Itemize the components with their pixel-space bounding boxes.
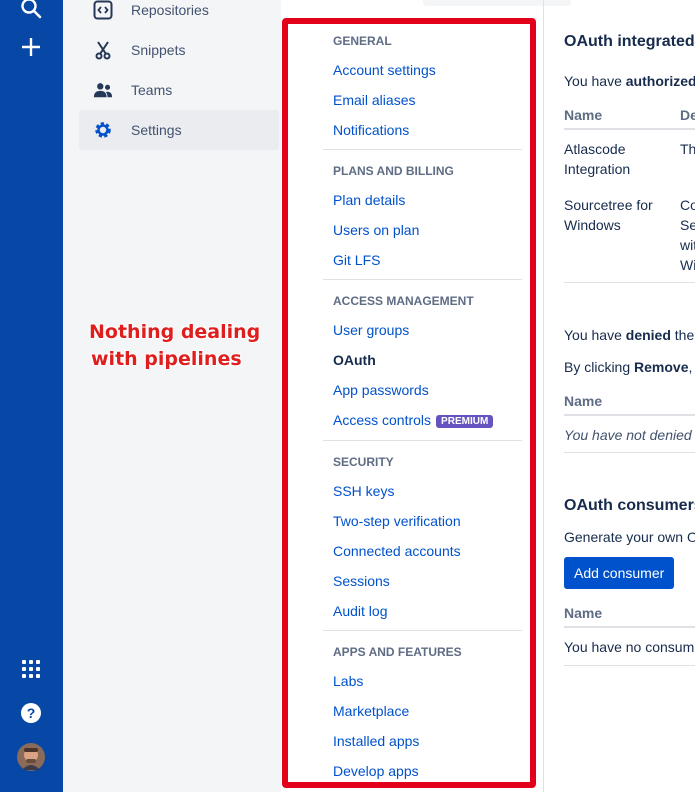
nav-link-installed-apps[interactable]: Installed apps <box>333 733 419 749</box>
gear-icon <box>93 120 113 140</box>
table-header-rule <box>564 414 695 416</box>
nav-link-account-settings[interactable]: Account settings <box>333 62 436 78</box>
denied-bold: denied <box>625 327 671 343</box>
authorized-bold: authorized <box>625 73 695 89</box>
nav-link-sessions[interactable]: Sessions <box>333 573 390 589</box>
nav-link-app-passwords[interactable]: App passwords <box>333 382 429 398</box>
generate-consumer-text: Generate your own O <box>564 529 695 545</box>
section-heading-access: ACCESS MANAGEMENT <box>333 294 474 308</box>
denied-text: You have denied the <box>564 327 694 343</box>
denied-prefix: You have <box>564 327 626 343</box>
nav-link-marketplace[interactable]: Marketplace <box>333 703 409 719</box>
sidebar-item-settings[interactable]: Settings <box>79 110 279 150</box>
description-line: wit <box>680 237 695 253</box>
nav-link-two-step-verification[interactable]: Two-step verification <box>333 513 461 529</box>
annotation-note: Nothing dealing with pipelines <box>89 319 279 373</box>
divider <box>323 279 522 280</box>
avatar[interactable] <box>17 743 45 771</box>
empty-denied-message: You have not denied <box>564 427 692 443</box>
main-content: OAuth integrated a You have authorized N… <box>543 0 695 792</box>
description-line: Wi <box>680 257 695 273</box>
authorized-prefix: You have <box>564 73 626 89</box>
table-header-name: Name <box>564 107 603 123</box>
nav-link-develop-apps[interactable]: Develop apps <box>333 763 419 779</box>
sidebar-item-label: Teams <box>131 82 173 98</box>
app-name: Sourcetree for <box>564 197 653 213</box>
nav-link-ssh-keys[interactable]: SSH keys <box>333 483 394 499</box>
nav-link-labs[interactable]: Labs <box>333 673 363 689</box>
project-sidebar: Repositories Snippets Teams Settings <box>63 0 281 792</box>
denied-suffix: the <box>670 327 695 343</box>
remove-text: By clicking Remove, y <box>564 359 695 375</box>
table-bottom-rule <box>564 665 695 666</box>
nav-link-git-lfs[interactable]: Git LFS <box>333 252 380 268</box>
search-icon[interactable] <box>17 0 45 22</box>
nav-link-label: Access controls <box>333 412 432 428</box>
empty-consumers-message: You have no consum <box>564 639 695 655</box>
divider <box>323 149 522 150</box>
settings-navigation: GENERAL Account settings Email aliases N… <box>281 0 537 792</box>
teams-icon <box>93 80 113 100</box>
premium-badge: PREMIUM <box>436 415 494 428</box>
oauth-integrated-heading: OAuth integrated a <box>564 33 695 50</box>
app-description: The <box>680 141 695 157</box>
section-heading-apps: APPS AND FEATURES <box>333 645 462 659</box>
nav-link-plan-details[interactable]: Plan details <box>333 192 405 208</box>
annotation-line: with pipelines <box>91 348 242 370</box>
section-heading-plans: PLANS AND BILLING <box>333 164 454 178</box>
description-line: Sec <box>680 217 695 233</box>
svg-text:?: ? <box>27 705 36 721</box>
nav-link-user-groups[interactable]: User groups <box>333 322 409 338</box>
sidebar-item-label: Settings <box>131 122 182 138</box>
add-consumer-button[interactable]: Add consumer <box>564 557 675 589</box>
table-header-rule <box>564 626 695 628</box>
create-plus-icon[interactable] <box>17 33 45 61</box>
table-bottom-rule <box>564 282 695 283</box>
table-header-rule <box>564 128 695 130</box>
remove-suffix: , y <box>688 359 695 375</box>
app-name: Windows <box>564 217 621 233</box>
remove-bold: Remove <box>634 359 689 375</box>
nav-link-email-aliases[interactable]: Email aliases <box>333 92 415 108</box>
app-description: Co Sec wit Wi <box>680 195 695 275</box>
app-name: Integration <box>564 161 631 177</box>
snippets-icon <box>93 40 113 60</box>
nav-link-access-controls[interactable]: Access controls PREMIUM <box>333 412 494 428</box>
app-switcher-icon[interactable] <box>17 655 45 683</box>
nav-link-users-on-plan[interactable]: Users on plan <box>333 222 419 238</box>
table-header-name: Name <box>564 393 603 409</box>
section-heading-general: GENERAL <box>333 34 392 48</box>
oauth-consumers-heading: OAuth consumers <box>564 497 695 514</box>
sidebar-item-teams[interactable]: Teams <box>79 70 279 110</box>
nav-link-audit-log[interactable]: Audit log <box>333 603 387 619</box>
table-bottom-rule <box>564 452 695 453</box>
divider <box>323 630 522 631</box>
sidebar-item-label: Snippets <box>131 42 186 58</box>
table-header-name: Name <box>564 605 603 621</box>
table-header-description: De <box>680 107 695 123</box>
divider <box>323 440 522 441</box>
authorized-text: You have authorized <box>564 73 695 89</box>
sidebar-item-label: Repositories <box>131 2 209 18</box>
sidebar-item-repositories[interactable]: Repositories <box>79 0 279 30</box>
nav-link-oauth[interactable]: OAuth <box>333 352 376 368</box>
repository-icon <box>93 0 113 20</box>
section-heading-security: SECURITY <box>333 455 394 469</box>
description-line: Co <box>680 197 695 213</box>
sidebar-item-snippets[interactable]: Snippets <box>79 30 279 70</box>
annotation-line: Nothing dealing <box>89 321 261 343</box>
nav-link-notifications[interactable]: Notifications <box>333 122 409 138</box>
table-row: Sourcetree for Windows <box>564 195 653 235</box>
remove-prefix: By clicking <box>564 359 635 375</box>
app-name: Atlascode <box>564 141 626 157</box>
global-navigation: ? <box>0 0 63 792</box>
nav-link-connected-accounts[interactable]: Connected accounts <box>333 543 461 559</box>
help-icon[interactable]: ? <box>17 699 45 727</box>
table-row: Atlascode Integration <box>564 139 630 179</box>
